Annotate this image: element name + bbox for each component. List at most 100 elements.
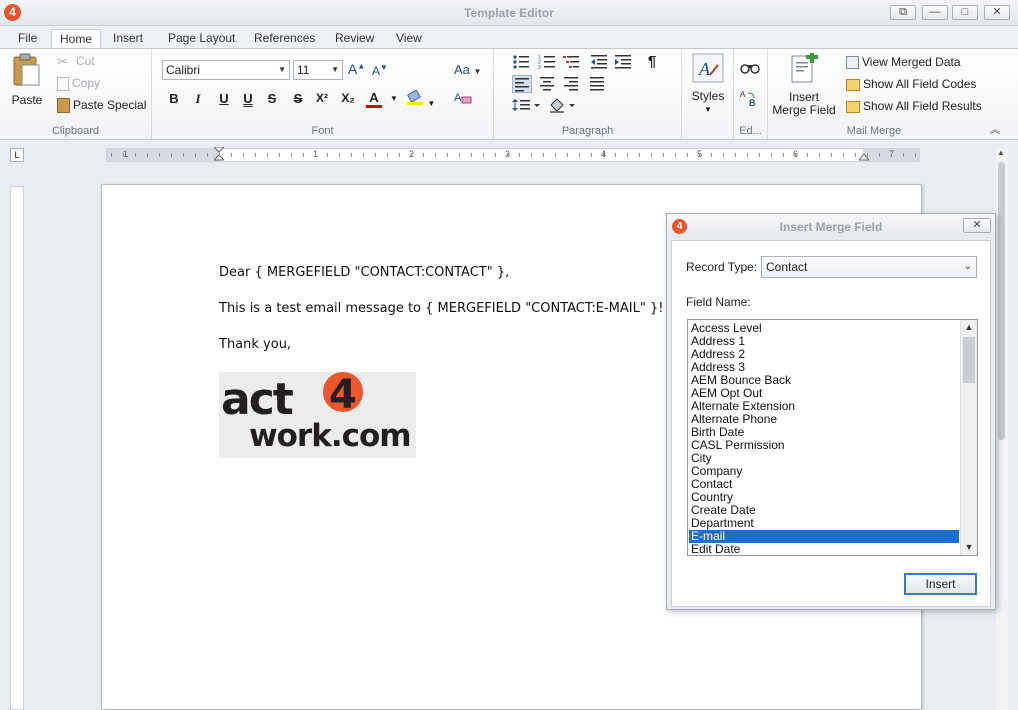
scroll-up-icon[interactable]: ▲ — [961, 320, 977, 335]
font-name-select[interactable]: Calibri ▼ — [162, 60, 290, 80]
scroll-down-icon[interactable]: ▼ — [961, 540, 977, 555]
bullets-icon — [513, 55, 529, 69]
justify-button[interactable] — [588, 75, 608, 93]
list-scrollbar-thumb[interactable] — [963, 337, 975, 383]
field-results-icon — [846, 100, 860, 113]
vertical-ruler[interactable] — [10, 186, 24, 710]
insert-merge-field-button[interactable]: Insert Merge Field — [772, 53, 836, 117]
superscript-button[interactable]: X² — [312, 91, 332, 105]
tab-selector[interactable]: L — [10, 148, 24, 162]
restore-down-button[interactable]: ⧉ — [890, 5, 916, 20]
ruler-tick — [363, 153, 364, 157]
font-color-dropdown[interactable]: ▼ — [390, 94, 398, 103]
field-list-item[interactable]: CASL Permission — [689, 439, 959, 452]
ruler-tick — [687, 153, 688, 157]
ruler-tick — [507, 153, 508, 157]
window-title: Template Editor — [464, 6, 554, 20]
increase-indent-button[interactable] — [614, 54, 634, 72]
bullets-button[interactable] — [512, 54, 532, 72]
styles-icon: A — [692, 53, 724, 83]
numbering-button[interactable]: 123 — [538, 54, 558, 72]
copy-button[interactable]: Copy — [57, 76, 100, 91]
close-button[interactable]: ✕ — [984, 5, 1010, 20]
dialog-title-bar[interactable]: 4 Insert Merge Field ✕ — [667, 214, 995, 238]
show-all-field-results-button[interactable]: Show All Field Results — [846, 99, 982, 113]
highlight-button[interactable]: ▼ — [406, 89, 435, 109]
svg-text:B: B — [749, 98, 756, 107]
ruler-tick — [471, 153, 472, 157]
document-line-body[interactable]: This is a test email message to { MERGEF… — [219, 301, 663, 316]
copy-icon — [57, 76, 69, 91]
ruler-tick — [627, 153, 628, 157]
horizontal-ruler[interactable]: 1 1 2 3 4 5 6 7 — [106, 147, 920, 162]
find-button[interactable] — [740, 59, 760, 77]
double-strikethrough-button[interactable]: S — [288, 91, 308, 106]
svg-text:3: 3 — [538, 65, 541, 70]
document-line-greeting[interactable]: Dear { MERGEFIELD "CONTACT:CONTACT" }, — [219, 265, 509, 280]
ruler-tick — [279, 153, 280, 157]
field-name-list[interactable]: ▲ ▼ Access Level Address 1 Address 2 Addres… — [687, 319, 978, 556]
field-list-item[interactable]: Department — [689, 517, 959, 530]
scroll-up-icon[interactable]: ▲ — [997, 148, 1005, 157]
multilevel-list-button[interactable] — [562, 54, 582, 72]
ruler-tick — [171, 153, 172, 157]
grow-font-button[interactable]: A▲ — [348, 61, 365, 77]
paste-button[interactable]: Paste — [6, 53, 48, 109]
ruler-tick — [387, 153, 388, 157]
align-left-button[interactable] — [512, 75, 532, 93]
paste-icon — [13, 53, 40, 86]
collapse-ribbon-icon[interactable]: ︽ — [990, 121, 1000, 136]
tab-view[interactable]: View — [388, 29, 430, 49]
shrink-font-button[interactable]: A▼ — [372, 63, 388, 78]
ruler-tick — [783, 153, 784, 157]
underline-button[interactable]: U — [214, 91, 234, 106]
cut-button[interactable]: ✂ Cut — [57, 54, 95, 70]
title-bar: 4 Template Editor ⧉ — □ ✕ — [0, 0, 1018, 26]
tab-file[interactable]: File — [10, 29, 45, 49]
bold-button[interactable]: B — [164, 91, 184, 106]
ruler-tick — [207, 153, 208, 157]
scrollbar-thumb[interactable] — [998, 162, 1005, 440]
tab-page-layout[interactable]: Page Layout — [160, 29, 243, 49]
numbering-icon: 123 — [538, 55, 555, 71]
align-right-icon — [564, 77, 578, 91]
clear-formatting-button[interactable]: A — [454, 90, 472, 109]
paragraph-group-label: Paragraph — [561, 125, 614, 137]
record-type-select[interactable]: Contact ⌄ — [761, 256, 977, 278]
line-spacing-button[interactable] — [512, 97, 542, 115]
ruler-tick — [855, 153, 856, 157]
justify-icon — [590, 77, 604, 91]
ruler-tick — [567, 153, 568, 157]
shading-button[interactable] — [548, 97, 578, 115]
field-list-item[interactable]: Edit Date — [689, 543, 959, 556]
tab-insert[interactable]: Insert — [105, 29, 151, 49]
align-center-icon — [540, 77, 554, 91]
align-right-button[interactable] — [562, 75, 582, 93]
font-color-button[interactable]: A — [366, 91, 382, 108]
minimize-button[interactable]: — — [922, 5, 948, 20]
change-case-button[interactable]: Aa ▼ — [454, 62, 481, 77]
paste-special-button[interactable]: Paste Special — [57, 98, 146, 114]
list-scrollbar[interactable]: ▲ ▼ — [960, 320, 977, 555]
strikethrough-button[interactable]: S — [262, 91, 282, 106]
subscript-button[interactable]: X₂ — [338, 91, 358, 105]
maximize-button[interactable]: □ — [952, 5, 978, 20]
dialog-close-button[interactable]: ✕ — [963, 218, 991, 233]
vertical-scrollbar[interactable]: ▲ — [996, 148, 1008, 710]
font-size-select[interactable]: 11 ▼ — [293, 60, 343, 80]
show-hide-pilcrow-button[interactable]: ¶ — [642, 53, 662, 71]
document-line-closing[interactable]: Thank you, — [219, 337, 291, 352]
tab-review[interactable]: Review — [327, 29, 382, 49]
double-underline-button[interactable]: U — [238, 91, 258, 106]
view-merged-data-button[interactable]: View Merged Data — [846, 55, 961, 70]
show-all-field-codes-button[interactable]: Show All Field Codes — [846, 77, 976, 91]
insert-button[interactable]: Insert — [904, 573, 977, 595]
tab-home[interactable]: Home — [51, 29, 102, 49]
tab-references[interactable]: References — [246, 29, 323, 49]
replace-button[interactable]: AB — [740, 89, 760, 108]
styles-button[interactable]: A Styles ▼ — [688, 53, 728, 115]
clipboard-group-label: Clipboard — [51, 125, 100, 137]
italic-button[interactable]: I — [188, 91, 208, 107]
decrease-indent-button[interactable] — [590, 54, 610, 72]
align-center-button[interactable] — [538, 75, 558, 93]
